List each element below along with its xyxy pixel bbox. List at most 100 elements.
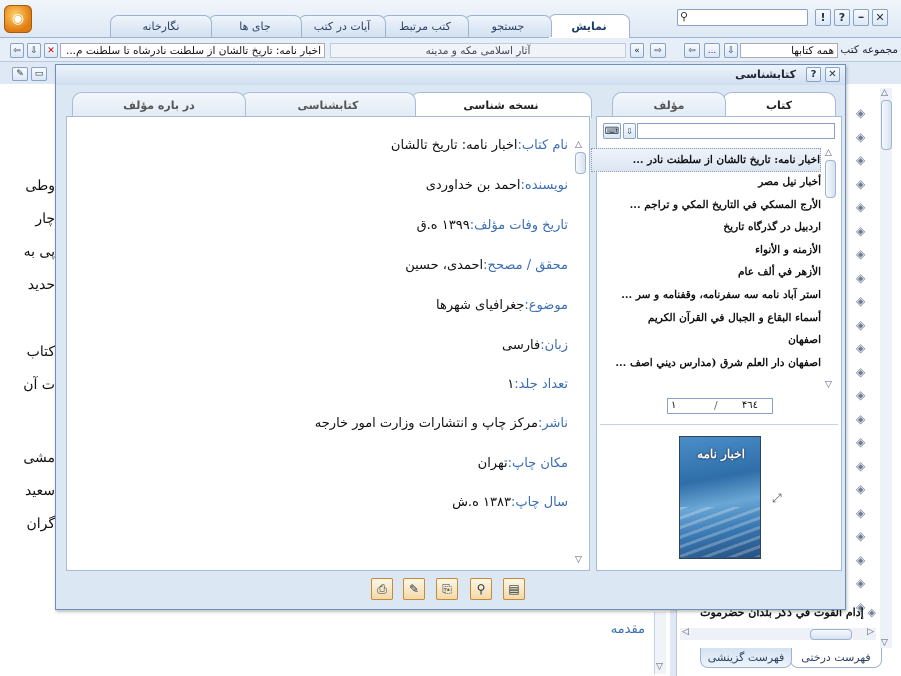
scroll-down-icon[interactable]: ▽ — [881, 638, 888, 648]
tab-display[interactable]: نمایش — [548, 14, 630, 38]
info-button[interactable]: ! — [815, 9, 831, 26]
field-language: زبان:فارسی — [502, 338, 568, 353]
book-list-item[interactable]: أخبار نيل مصر — [593, 171, 821, 193]
scroll-thumb[interactable] — [575, 152, 586, 174]
dialog-close-button[interactable]: ✕ — [825, 67, 840, 82]
close-button[interactable]: ✕ — [872, 9, 888, 26]
pane-scrollbar[interactable]: △ ▽ — [574, 140, 586, 565]
settings-icon[interactable]: ✎ — [12, 67, 28, 81]
list-scrollbar[interactable]: △ ▽ — [824, 148, 836, 390]
book-list-item[interactable]: اخبار نامه: تاریخ تالشان از سلطنت نادر .… — [591, 148, 821, 172]
tree-scrollbar[interactable]: △ ▽ — [880, 88, 892, 648]
field-label: موضوع: — [524, 298, 568, 313]
pager-separator: / — [714, 399, 718, 412]
tab-places[interactable]: جای ها — [208, 15, 302, 37]
tab-gallery[interactable]: نگارخانه — [110, 15, 212, 37]
book-list-item[interactable]: الأزمنه و الأنواء — [593, 239, 821, 261]
tree-book-icons: ◈ ◈ ◈ ◈ ◈ ◈ ◈ ◈ ◈ ◈ ◈ ◈ ◈ ◈ ◈ ◈ ◈ ◈ ◈ ◈ ◈ ◈ — [856, 106, 866, 614]
search-button[interactable]: ⚲ — [470, 578, 492, 600]
field-value: مرکز چاپ و انتشارات وزارت امور خارجه — [314, 416, 538, 431]
scroll-down-icon[interactable]: ▽ — [575, 555, 582, 565]
pager-total: ۴٦٤ — [741, 400, 758, 411]
edit-note-button[interactable]: ✎ — [403, 578, 425, 600]
field-place: مکان چاپ:تهران — [478, 456, 568, 471]
minimize-button[interactable]: ━ — [853, 9, 869, 26]
book-list-item[interactable]: اصفهان — [593, 329, 821, 351]
scroll-right-icon[interactable]: ▷ — [867, 627, 874, 637]
collection-dropdown-icon[interactable]: ⇩ — [724, 43, 738, 58]
reading-scrollbar[interactable]: ▽ — [654, 612, 666, 674]
document-button[interactable]: ▤ — [503, 578, 525, 600]
filter-down-icon[interactable]: ⇩ — [623, 123, 636, 139]
pane-divider — [600, 424, 838, 425]
collection-label: مجموعه کتب — [840, 44, 898, 56]
current-book-title[interactable]: اخبار نامه: تاریخ تالشان از سلطنت نادرشا… — [60, 43, 325, 58]
field-label: محقق / مصحح: — [483, 258, 568, 273]
tab-about-author[interactable]: در باره مؤلف — [72, 92, 246, 118]
more-button[interactable]: ... — [704, 43, 720, 58]
scroll-thumb[interactable] — [825, 160, 836, 198]
print-button[interactable]: ⎙ — [371, 578, 393, 600]
field-label: تاریخ وفات مؤلف: — [469, 218, 568, 233]
book-icon: ◈ — [867, 606, 876, 619]
scroll-up-icon[interactable]: △ — [881, 88, 888, 98]
tab-manuscript[interactable]: نسخه شناسی — [410, 92, 592, 118]
bottom-tab-tree-label: فهرست درختی — [801, 651, 871, 664]
scroll-thumb[interactable] — [881, 100, 892, 150]
book-list-item[interactable]: الأرج المسكي في التاريخ المكي و تراجم ..… — [593, 194, 821, 216]
intro-link[interactable]: مقدمه — [590, 622, 645, 637]
bottom-tab-tree[interactable]: فهرست درختی — [790, 648, 882, 668]
field-death-date: تاریخ وفات مؤلف:۱۳۹۹ ه.ق — [417, 218, 568, 233]
app-logo[interactable]: ◉ — [4, 5, 32, 33]
tab-verses-in-books[interactable]: آیات در کتب — [298, 15, 386, 37]
hscroll-thumb[interactable] — [810, 629, 852, 640]
dialog-title: کتابشناسی — [735, 68, 796, 81]
bg-text-line: مشی — [23, 450, 55, 466]
collection-select[interactable]: همه کتابها — [740, 43, 838, 58]
tree-hscrollbar[interactable]: ◁ ▷ — [680, 627, 876, 640]
tab-search[interactable]: جستجو — [464, 15, 552, 37]
book-list-item[interactable]: أسماء البقاع و الجبال في القرآن الكريم — [593, 307, 821, 329]
prev-icon[interactable]: « — [630, 43, 644, 58]
tab-book[interactable]: کتاب — [722, 92, 836, 118]
scroll-up-icon[interactable]: △ — [575, 140, 582, 150]
dialog-help-button[interactable]: ? — [806, 67, 821, 82]
book-list-item[interactable]: اردبيل در گذرگاه تاريخ — [593, 216, 821, 238]
search-icon: ⚲ — [680, 10, 689, 23]
pager: ۱ / ۴٦٤ — [667, 398, 773, 414]
book-cover[interactable]: اخبار نامه — [679, 436, 761, 559]
open-book-button[interactable]: ⎘ — [436, 578, 458, 600]
forward-icon[interactable]: ⇨ — [650, 43, 666, 58]
pager-current[interactable]: ۱ — [671, 400, 676, 411]
field-year: سال چاپ:۱۳۸۳ ه.ش — [452, 495, 568, 510]
book-list-item[interactable]: الأزهر في ألف عام — [593, 261, 821, 283]
nav-back-icon[interactable]: ⇦ — [10, 43, 24, 58]
tab-related-books[interactable]: کتب مرتبط — [381, 15, 469, 37]
field-label: زبان: — [540, 338, 568, 353]
bottom-tab-selective-label: فهرست گزینشی — [707, 651, 785, 664]
help-button[interactable]: ? — [834, 9, 850, 26]
scroll-up-icon[interactable]: △ — [825, 148, 832, 158]
bg-text-line: چار — [35, 211, 55, 227]
download-icon[interactable]: ⇩ — [27, 43, 41, 58]
tab-author[interactable]: مؤلف — [612, 92, 726, 118]
tab-bibliography[interactable]: کتابشناسی — [240, 92, 416, 118]
back-icon[interactable]: ⇦ — [684, 43, 700, 58]
field-subject: موضوع:جغرافیای شهرها — [436, 298, 568, 313]
secondary-book-title[interactable]: آثار اسلامی مکه و مدینه — [330, 43, 626, 58]
book-list-item[interactable]: اصفهان دار العلم شرق (مدارس ديني اصف ... — [593, 352, 821, 374]
bg-text-line: پی به — [23, 244, 55, 260]
expand-image-icon[interactable]: ⤢ — [772, 491, 786, 505]
cover-title: اخبار نامه — [697, 447, 745, 461]
bottom-tab-selective[interactable]: فهرست گزینشی — [700, 648, 792, 668]
book-list-item[interactable]: استر آباد نامه سه سفرنامه، وقفنامه و سر … — [593, 284, 821, 306]
list-search-field[interactable] — [637, 123, 835, 139]
scroll-down-icon[interactable]: ▽ — [656, 662, 663, 672]
scroll-down-icon[interactable]: ▽ — [825, 380, 832, 390]
scroll-left-icon[interactable]: ◁ — [682, 627, 689, 637]
display-mode-icon[interactable]: ▭ — [31, 67, 47, 81]
keyboard-icon[interactable]: ⌨ — [603, 123, 621, 139]
field-book-name: نام کتاب:اخبار نامه: تاریخ تالشان — [391, 138, 568, 153]
close-doc-icon[interactable]: ✕ — [44, 43, 58, 58]
top-search-field[interactable]: ⚲ — [677, 9, 808, 26]
